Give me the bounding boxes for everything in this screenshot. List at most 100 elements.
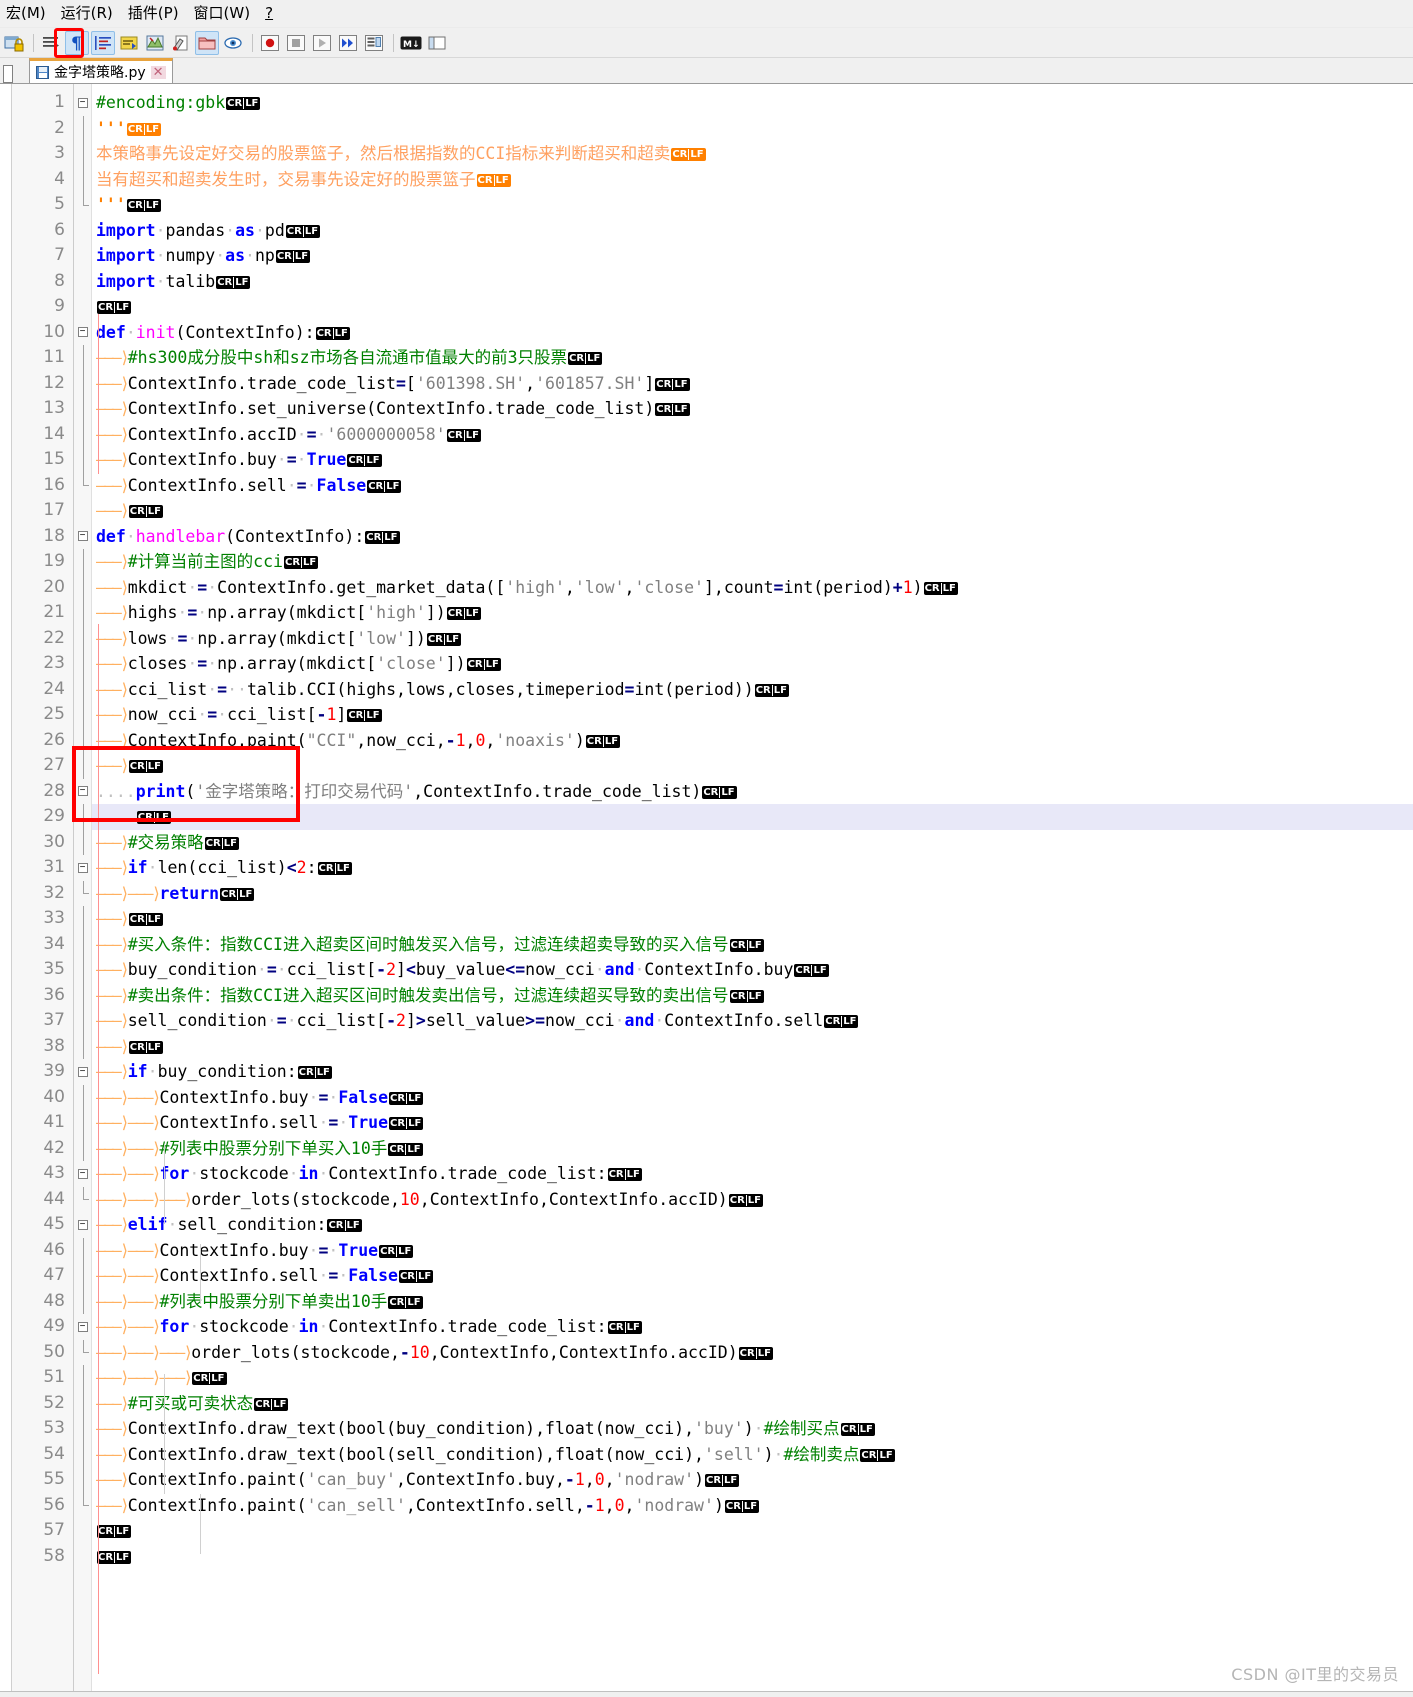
code-line[interactable]: ....print('金字塔策略：打印交易代码',ContextInfo.tra… xyxy=(92,779,1413,805)
fold-marker[interactable]: − xyxy=(74,779,91,805)
code-line[interactable]: ———⟩———⟩for·stockcode·in·ContextInfo.tra… xyxy=(92,1314,1413,1340)
code-line[interactable]: ———⟩if·len(cci_list)<2: CR LF xyxy=(92,855,1413,881)
code-line[interactable]: ———⟩if·buy_condition: CR LF xyxy=(92,1059,1413,1085)
code-line[interactable]: ———⟩ContextInfo.sell·=·False CR LF xyxy=(92,473,1413,499)
code-line[interactable]: ———⟩———⟩———⟩ CR LF xyxy=(92,1365,1413,1391)
fold-marker[interactable]: − xyxy=(74,1059,91,1085)
style-config-icon[interactable] xyxy=(169,31,193,55)
macro-record-lock-icon[interactable] xyxy=(2,31,26,55)
code-line[interactable]: def·init(ContextInfo): CR LF xyxy=(92,320,1413,346)
code-line[interactable]: 当有超买和超卖发生时，交易事先设定好的股票篮子 CR LF xyxy=(92,167,1413,193)
code-line[interactable]: ———⟩mkdict·=·ContextInfo.get_market_data… xyxy=(92,575,1413,601)
code-content[interactable]: #encoding:gbk CR LF ''' CR LF 本策略事先设定好交易的股票篮子，… xyxy=(92,84,1413,1697)
menu-item-help[interactable]: ? xyxy=(261,1,284,27)
fold-marker[interactable]: − xyxy=(74,1161,91,1187)
toolbar-separator-2 xyxy=(252,33,253,52)
line-number: 18 xyxy=(43,525,65,546)
code-line[interactable]: ———⟩ContextInfo.draw_text(bool(buy_condi… xyxy=(92,1416,1413,1442)
code-line[interactable]: ———⟩buy_condition·=·cci_list[-2]<buy_val… xyxy=(92,957,1413,983)
code-line[interactable]: 本策略事先设定好交易的股票篮子，然后根据指数的CCI指标来判断超买和超卖 CR LF xyxy=(92,141,1413,167)
menu-item-window[interactable]: 窗口(W) xyxy=(190,1,262,27)
code-line[interactable]: ———⟩#计算当前主图的cci CR LF xyxy=(92,549,1413,575)
show-all-characters-icon[interactable]: ¶ xyxy=(65,30,89,55)
open-folder-icon[interactable] xyxy=(195,30,219,55)
line-number: 21 xyxy=(43,602,65,622)
fold-marker[interactable]: − xyxy=(74,1212,91,1238)
menu-item-macro[interactable]: 宏(M) xyxy=(2,1,57,27)
close-icon[interactable]: ✕ xyxy=(150,65,166,79)
code-line[interactable]: ———⟩#交易策略 CR LF xyxy=(92,830,1413,856)
code-line[interactable]: CR LF xyxy=(92,1518,1413,1544)
macro-record-icon[interactable] xyxy=(258,31,282,55)
code-line[interactable]: ''' CR LF xyxy=(92,192,1413,218)
macro-play-icon[interactable] xyxy=(310,31,334,55)
code-line[interactable]: .... CR LF xyxy=(92,804,1413,830)
markdown-icon[interactable]: M↓ xyxy=(399,31,423,55)
code-line[interactable]: import·numpy·as·np CR LF xyxy=(92,243,1413,269)
word-wrap-icon[interactable] xyxy=(117,31,141,55)
code-line[interactable]: CR LF xyxy=(92,1544,1413,1570)
code-line[interactable]: ———⟩ContextInfo.paint('can_buy',ContextI… xyxy=(92,1467,1413,1493)
code-line[interactable]: ———⟩ CR LF xyxy=(92,1034,1413,1060)
code-line[interactable]: CR LF xyxy=(92,294,1413,320)
code-line[interactable]: ———⟩ContextInfo.trade_code_list=['601398… xyxy=(92,371,1413,397)
code-line[interactable]: ———⟩ CR LF xyxy=(92,753,1413,779)
fold-marker[interactable]: − xyxy=(74,90,91,116)
fold-marker[interactable]: − xyxy=(74,1314,91,1340)
code-line[interactable]: ———⟩ContextInfo.set_universe(ContextInfo… xyxy=(92,396,1413,422)
code-line[interactable]: ———⟩#可买或可卖状态 CR LF xyxy=(92,1391,1413,1417)
code-line[interactable]: ———⟩lows·=·np.array(mkdict['low']) CR LF xyxy=(92,626,1413,652)
show-indent-guide-icon[interactable] xyxy=(91,30,115,55)
line-number: 37 xyxy=(43,1010,65,1030)
code-line[interactable]: ———⟩closes·=·np.array(mkdict['close']) CR… xyxy=(92,651,1413,677)
code-line[interactable]: ———⟩cci_list·=··talib.CCI(highs,lows,clo… xyxy=(92,677,1413,703)
code-line[interactable]: ———⟩highs·=·np.array(mkdict['high']) CR LF xyxy=(92,600,1413,626)
code-line[interactable]: ———⟩ CR LF xyxy=(92,498,1413,524)
run-macro-dialog-icon[interactable] xyxy=(362,31,386,55)
code-line[interactable]: ———⟩———⟩ContextInfo.sell·=·False CR LF xyxy=(92,1263,1413,1289)
code-line[interactable]: def·handlebar(ContextInfo): CR LF xyxy=(92,524,1413,550)
code-line[interactable]: ———⟩———⟩ContextInfo.buy·=·True CR LF xyxy=(92,1238,1413,1264)
menu-item-plugins[interactable]: 插件(P) xyxy=(124,1,190,27)
code-line[interactable]: ———⟩———⟩#列表中股票分别下单卖出10手 CR LF xyxy=(92,1289,1413,1315)
code-line[interactable]: ———⟩———⟩for·stockcode·in·ContextInfo.tra… xyxy=(92,1161,1413,1187)
code-line[interactable]: ———⟩ContextInfo.draw_text(bool(sell_cond… xyxy=(92,1442,1413,1468)
document-tab-strategy[interactable]: 金字塔策略.py ✕ xyxy=(29,58,173,83)
code-line[interactable]: ———⟩now_cci·=·cci_list[-1] CR LF xyxy=(92,702,1413,728)
fold-marker[interactable]: − xyxy=(74,855,91,881)
indent-icon[interactable] xyxy=(39,31,63,55)
code-line[interactable]: ———⟩———⟩———⟩order_lots(stockcode,-10,Con… xyxy=(92,1340,1413,1366)
code-editor[interactable]: 1 2 3 4 5 6 7 8 9 10 11 12 13 14 15 16 17 18 19 20 21 22 23 24 2… xyxy=(0,84,1413,1697)
code-line[interactable]: ———⟩#卖出条件：指数CCI进入超买区间时触发卖出信号，过滤连续超买导致的卖出… xyxy=(92,983,1413,1009)
code-line[interactable]: ———⟩———⟩#列表中股票分别下单买入10手 CR LF xyxy=(92,1136,1413,1162)
macro-stop-icon[interactable] xyxy=(284,31,308,55)
zoom-map-icon[interactable] xyxy=(143,31,167,55)
code-line[interactable]: ———⟩———⟩ContextInfo.sell·=·True CR LF xyxy=(92,1110,1413,1136)
macro-playback-multiple-icon[interactable] xyxy=(336,31,360,55)
code-line[interactable]: ———⟩———⟩return CR LF xyxy=(92,881,1413,907)
code-line[interactable]: import·pandas·as·pd CR LF xyxy=(92,218,1413,244)
code-line[interactable]: ———⟩———⟩ContextInfo.buy·=·False CR LF xyxy=(92,1085,1413,1111)
code-line[interactable]: import·talib CR LF xyxy=(92,269,1413,295)
code-line[interactable]: ———⟩ContextInfo.paint('can_sell',Context… xyxy=(92,1493,1413,1519)
menu-item-run[interactable]: 运行(R) xyxy=(57,1,124,27)
crlf-marker: CR LF xyxy=(729,938,764,952)
panel-icon[interactable] xyxy=(425,31,449,55)
code-line[interactable]: ———⟩———⟩———⟩order_lots(stockcode,10,Cont… xyxy=(92,1187,1413,1213)
code-line[interactable]: ———⟩elif·sell_condition: CR LF xyxy=(92,1212,1413,1238)
code-line[interactable]: ———⟩ContextInfo.accID·=·'6000000058' CR LF xyxy=(92,422,1413,448)
panel-toggle-button[interactable] xyxy=(3,65,13,83)
code-folding-column[interactable]: − − − − − − − − − xyxy=(74,84,92,1697)
code-line[interactable]: #encoding:gbk CR LF xyxy=(92,90,1413,116)
code-line[interactable]: ''' CR LF xyxy=(92,116,1413,142)
code-line[interactable]: ———⟩ContextInfo.paint("CCI",now_cci,-1,0… xyxy=(92,728,1413,754)
line-number: 42 xyxy=(43,1137,65,1158)
code-line[interactable]: ———⟩sell_condition·=·cci_list[-2]>sell_v… xyxy=(92,1008,1413,1034)
fold-marker[interactable]: − xyxy=(74,320,91,346)
fold-marker[interactable]: − xyxy=(74,524,91,550)
code-line[interactable]: ———⟩#买入条件：指数CCI进入超卖区间时触发买入信号，过滤连续超卖导致的买入… xyxy=(92,932,1413,958)
code-line[interactable]: ———⟩ContextInfo.buy·=·True CR LF xyxy=(92,447,1413,473)
code-line[interactable]: ———⟩ CR LF xyxy=(92,906,1413,932)
code-line[interactable]: ———⟩#hs300成分股中sh和sz市场各自流通市值最大的前3只股票 CR LF xyxy=(92,345,1413,371)
document-map-icon[interactable] xyxy=(221,31,245,55)
